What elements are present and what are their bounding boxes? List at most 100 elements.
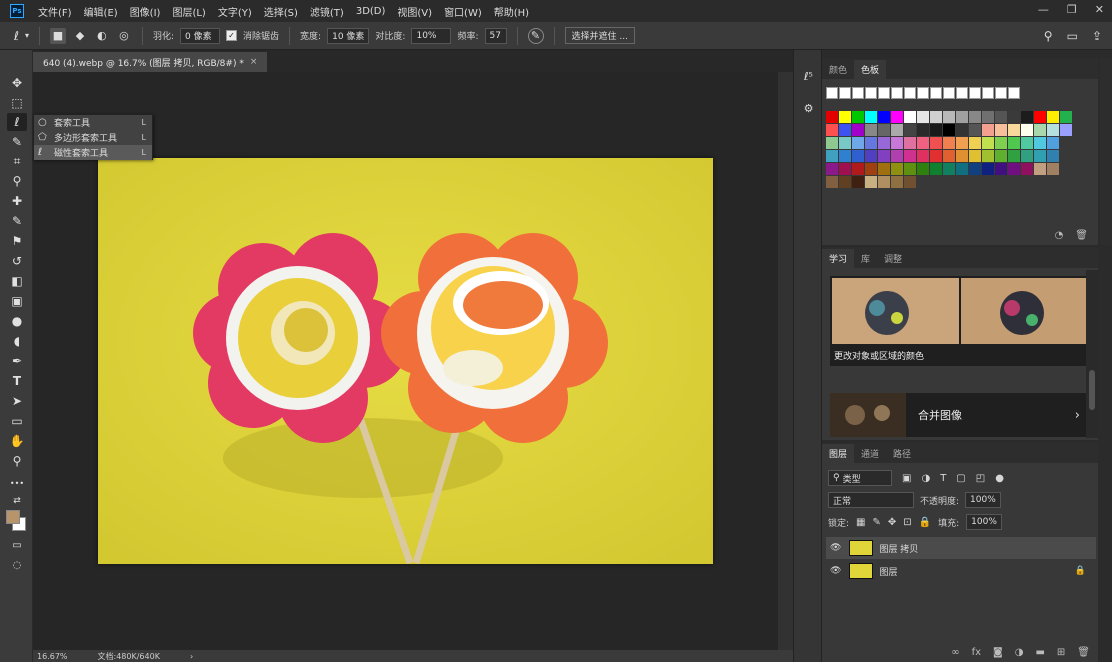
chevron-down-icon[interactable]: ▾ xyxy=(25,31,29,40)
color-swatch[interactable] xyxy=(839,124,851,136)
workspace-icon[interactable]: ▭ xyxy=(1067,29,1078,43)
layer-kind-filter[interactable]: ⚲ 类型 xyxy=(828,470,892,486)
feather-input[interactable]: 0 像素 xyxy=(180,27,221,44)
color-swatch[interactable] xyxy=(995,150,1007,162)
tab-channels[interactable]: 通道 xyxy=(854,444,886,463)
marquee-tool-icon[interactable]: ⬚ xyxy=(7,94,27,112)
color-swatch[interactable] xyxy=(878,163,890,175)
learn-card-change-color[interactable]: 更改对象或区域的颜色 xyxy=(830,276,1090,366)
lock-pixels-icon[interactable]: ✎ xyxy=(873,517,881,528)
color-swatch[interactable] xyxy=(839,137,851,149)
layer-row-copy[interactable]: 👁 图层 拷贝 xyxy=(826,537,1096,559)
color-swatch[interactable] xyxy=(826,87,838,99)
color-swatch[interactable] xyxy=(1047,111,1059,123)
tab-learn[interactable]: 学习 xyxy=(822,249,855,268)
color-swatch[interactable] xyxy=(891,111,903,123)
color-swatch[interactable] xyxy=(1008,163,1020,175)
color-swatch[interactable] xyxy=(943,124,955,136)
lock-all-icon[interactable]: 🔒 xyxy=(919,517,931,528)
color-swatch[interactable] xyxy=(826,111,838,123)
color-swatch[interactable] xyxy=(982,87,994,99)
color-swatch[interactable] xyxy=(839,87,851,99)
filter-shape-icon[interactable]: ▢ xyxy=(956,473,965,484)
learn-card-combine-images[interactable]: 合并图像 › xyxy=(830,393,1090,437)
menu-help[interactable]: 帮助(H) xyxy=(488,4,535,19)
add-mask-icon[interactable]: ◙ xyxy=(993,647,1003,658)
color-swatch[interactable] xyxy=(943,163,955,175)
menu-file[interactable]: 文件(F) xyxy=(32,4,78,19)
scrollbar-thumb[interactable] xyxy=(1089,370,1095,410)
color-swatch[interactable] xyxy=(878,111,890,123)
more-tools-icon[interactable]: ••• xyxy=(7,474,27,492)
path-select-tool-icon[interactable]: ➤ xyxy=(7,392,27,410)
antialias-checkbox[interactable]: ✓ xyxy=(226,30,238,41)
lock-position-icon[interactable]: ✥ xyxy=(888,517,896,528)
color-swatch[interactable] xyxy=(917,150,929,162)
color-swatch[interactable] xyxy=(1034,124,1046,136)
color-swatch[interactable] xyxy=(904,124,916,136)
layer-row-background[interactable]: 👁 图层 🔒 xyxy=(826,560,1096,582)
color-swatch[interactable] xyxy=(878,87,890,99)
eraser-tool-icon[interactable]: ◧ xyxy=(7,272,27,290)
color-swatch[interactable] xyxy=(982,163,994,175)
menu-type[interactable]: 文字(Y) xyxy=(212,4,258,19)
frequency-input[interactable]: 57 xyxy=(484,27,507,44)
color-swatch[interactable] xyxy=(982,137,994,149)
color-swatch[interactable] xyxy=(865,163,877,175)
color-swatch[interactable] xyxy=(1034,111,1046,123)
color-swatch[interactable] xyxy=(956,124,968,136)
visibility-eye-icon[interactable]: 👁 xyxy=(830,566,841,576)
color-swatch[interactable] xyxy=(891,124,903,136)
lasso-tool-icon[interactable]: ℓ xyxy=(7,113,27,131)
color-swatch[interactable] xyxy=(1021,150,1033,162)
tab-color[interactable]: 颜色 xyxy=(822,60,854,79)
color-swatch[interactable] xyxy=(982,150,994,162)
color-swatch[interactable] xyxy=(969,111,981,123)
color-swatch[interactable] xyxy=(969,150,981,162)
properties-panel-icon[interactable]: ⚙ xyxy=(800,100,817,117)
color-swatch[interactable] xyxy=(826,124,838,136)
tab-swatches[interactable]: 色板 xyxy=(854,60,887,79)
filter-adjustment-icon[interactable]: ◑ xyxy=(921,473,930,484)
width-input[interactable]: 10 像素 xyxy=(327,27,370,44)
healing-brush-tool-icon[interactable]: ✚ xyxy=(7,192,27,210)
adjustment-layer-icon[interactable]: ◑ xyxy=(1015,647,1024,658)
document-tab[interactable]: 640 (4).webp @ 16.7% (图层 拷贝, RGB/8#) * × xyxy=(33,52,268,72)
color-swatch[interactable] xyxy=(969,124,981,136)
share-icon[interactable]: ⇪ xyxy=(1092,29,1102,43)
color-swatch[interactable] xyxy=(904,150,916,162)
dodge-tool-icon[interactable]: ◖ xyxy=(7,332,27,350)
color-swatch[interactable] xyxy=(995,87,1007,99)
flyout-item-magnetic-lasso[interactable]: ℓ 磁性套索工具 L xyxy=(34,145,152,160)
gradient-tool-icon[interactable]: ▣ xyxy=(7,292,27,310)
color-swatch[interactable] xyxy=(1008,87,1020,99)
brush-tool-icon[interactable]: ✎ xyxy=(7,212,27,230)
color-swatch[interactable] xyxy=(1008,124,1020,136)
color-swatch[interactable] xyxy=(904,111,916,123)
foreground-color-swatch[interactable] xyxy=(6,510,20,524)
new-layer-icon[interactable]: ⊞ xyxy=(1057,647,1065,658)
color-swatch[interactable] xyxy=(956,163,968,175)
close-icon[interactable]: ✕ xyxy=(1095,3,1104,16)
color-swatch[interactable] xyxy=(956,111,968,123)
menu-layer[interactable]: 图层(L) xyxy=(166,4,211,19)
link-layers-icon[interactable]: ∞ xyxy=(951,647,959,658)
delete-layer-icon[interactable]: 🗑 xyxy=(1077,647,1090,658)
color-swatch[interactable] xyxy=(852,111,864,123)
flyout-item-lasso[interactable]: ○ 套索工具 L xyxy=(34,115,152,130)
swap-colors-icon[interactable]: ⇄ xyxy=(7,492,27,510)
color-swatch[interactable] xyxy=(865,176,877,188)
menu-image[interactable]: 图像(I) xyxy=(124,4,167,19)
color-swatch[interactable] xyxy=(826,176,838,188)
color-swatch[interactable] xyxy=(1021,163,1033,175)
history-panel-icon[interactable]: ℓ⁵ xyxy=(800,68,817,85)
delete-swatch-icon[interactable]: 🗑 xyxy=(1075,230,1088,241)
blur-tool-icon[interactable]: ● xyxy=(7,312,27,330)
color-swatch[interactable] xyxy=(852,176,864,188)
color-swatch[interactable] xyxy=(839,176,851,188)
fill-input[interactable]: 100% xyxy=(966,514,1002,530)
color-swatch[interactable] xyxy=(865,111,877,123)
color-swatch[interactable] xyxy=(878,150,890,162)
color-swatch[interactable] xyxy=(1008,111,1020,123)
quick-mask-icon[interactable]: ▭ xyxy=(7,536,27,554)
